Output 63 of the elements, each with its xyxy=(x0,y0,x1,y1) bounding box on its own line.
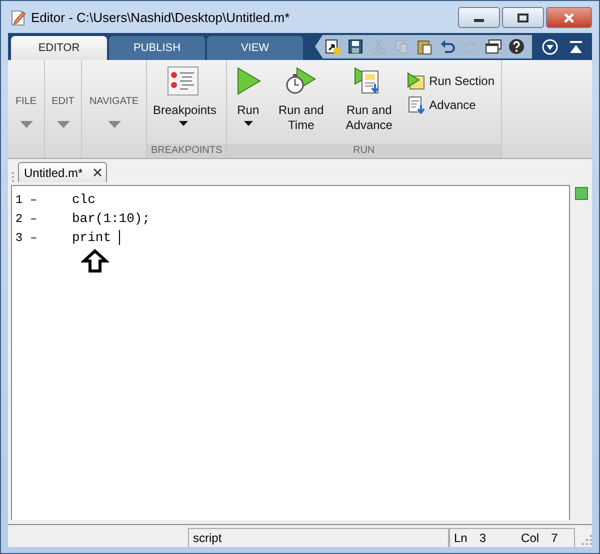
close-icon[interactable] xyxy=(92,168,102,177)
play-stopwatch-button[interactable]: Run and Time xyxy=(271,64,332,144)
minimize-button[interactable] xyxy=(458,7,500,28)
collapse-ribbon-icon[interactable] xyxy=(568,38,584,54)
dropdown-arrow-icon xyxy=(20,121,32,128)
breakpoint-marker[interactable]: – xyxy=(30,192,38,206)
play-section-button[interactable]: Run Section xyxy=(407,72,495,90)
document-down-arrow-button[interactable]: Advance xyxy=(407,96,495,114)
collapsed-section-button[interactable]: FILE xyxy=(8,60,45,158)
new-file-icon xyxy=(324,38,341,55)
line-label: Ln xyxy=(454,531,468,545)
line-value: 3 xyxy=(479,531,486,545)
breakpoint-marker[interactable]: – xyxy=(30,230,38,244)
window-title: Editor - C:\Users\Nashid\Desktop\Untitled.m* xyxy=(31,10,291,24)
close-button[interactable] xyxy=(546,7,592,28)
breakpoints-icon xyxy=(166,66,200,96)
dropdown-icon[interactable] xyxy=(542,38,558,54)
window-stack-icon xyxy=(485,38,502,55)
column-value: 7 xyxy=(551,531,558,545)
play-button[interactable]: Run xyxy=(233,64,264,144)
document-tab[interactable]: Untitled.m* xyxy=(18,162,107,182)
close-icon xyxy=(563,12,575,22)
line-number: 3 xyxy=(14,230,24,244)
new-file-button[interactable] xyxy=(323,37,342,56)
help-icon xyxy=(508,38,525,55)
help-button[interactable] xyxy=(507,37,526,56)
scissors-icon xyxy=(370,38,387,55)
code-editor[interactable]: 1 – 2 – 3 – clc bar(1:10); print xyxy=(8,183,592,525)
column-label: Col xyxy=(521,531,540,545)
grip-icon xyxy=(11,171,15,183)
line-number: 2 xyxy=(14,212,24,226)
group-label: BREAKPOINTS xyxy=(147,144,226,158)
window-stack-button[interactable] xyxy=(484,37,503,56)
ribbon-tab[interactable]: EDITOR xyxy=(11,36,107,60)
status-indicator-icon xyxy=(574,187,588,200)
document-down-arrow-icon xyxy=(407,96,426,114)
maximize-button[interactable] xyxy=(502,7,544,28)
dropdown-arrow-icon xyxy=(56,121,70,128)
copy-icon xyxy=(393,38,410,55)
code-line: print xyxy=(72,230,112,245)
play-section-icon xyxy=(407,72,426,90)
save-button[interactable] xyxy=(346,37,365,56)
code-line: bar(1:10); xyxy=(72,211,150,226)
ribbon-tab[interactable]: PUBLISH xyxy=(109,36,205,60)
maximize-icon xyxy=(517,12,529,22)
file-type-text: script xyxy=(188,528,449,547)
clipboard-icon xyxy=(416,38,433,55)
resize-grip-icon[interactable] xyxy=(582,535,592,545)
minimize-icon xyxy=(474,19,484,22)
undo-icon xyxy=(439,38,456,55)
code-line: clc xyxy=(72,192,96,207)
dropdown-arrow-icon xyxy=(108,121,120,128)
play-document-button[interactable]: Run and Advance xyxy=(339,64,400,144)
collapsed-section-button[interactable]: NAVIGATE xyxy=(82,60,147,158)
up-arrow-icon xyxy=(81,249,109,273)
ribbon-tab[interactable]: VIEW xyxy=(207,36,303,60)
save-icon xyxy=(347,38,364,55)
breakpoint-marker[interactable]: – xyxy=(30,212,38,226)
collapsed-section-button[interactable]: EDIT xyxy=(45,60,82,158)
line-number: 1 xyxy=(14,192,24,206)
document-pencil-icon xyxy=(10,8,26,26)
play-stopwatch-icon xyxy=(285,66,318,96)
group-label: RUN xyxy=(227,144,501,158)
